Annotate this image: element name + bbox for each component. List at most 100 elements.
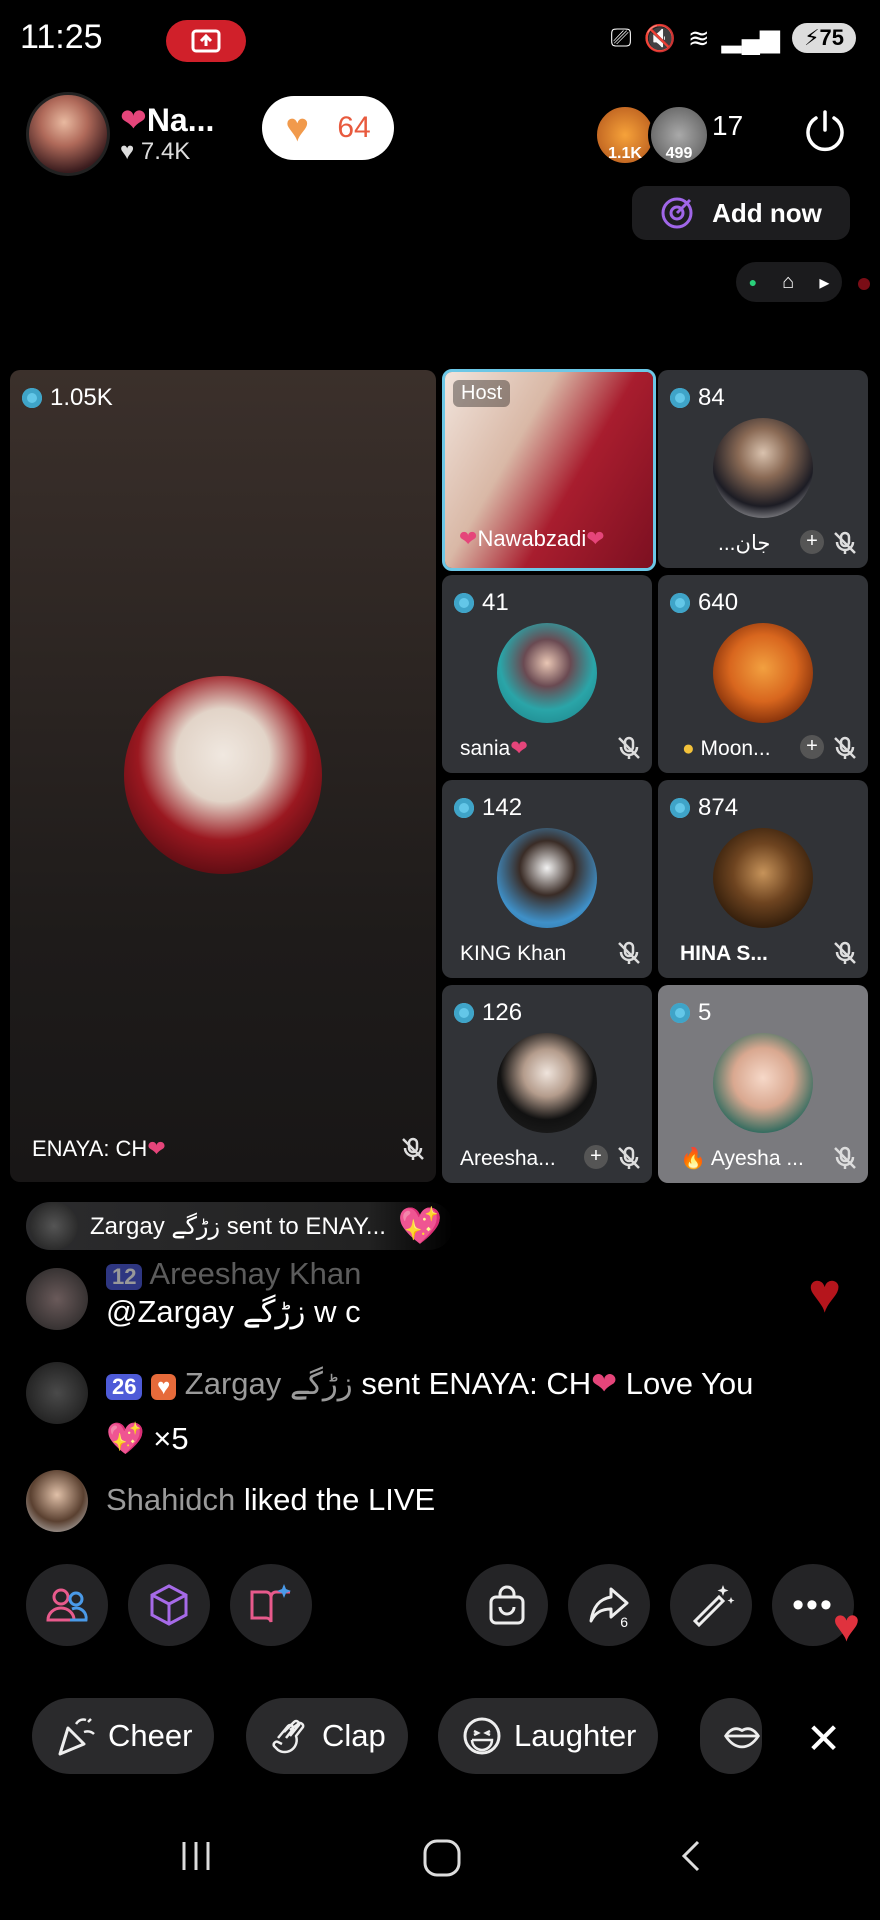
signal-icon: ▂▄▆ bbox=[721, 22, 781, 53]
battery-indicator: ⚡75 bbox=[792, 23, 856, 53]
seat-guest[interactable]: 5 🔥 Ayesha ... bbox=[658, 985, 868, 1183]
host-name-row: ❤Na... bbox=[120, 102, 214, 138]
chat-message[interactable] bbox=[26, 1268, 88, 1330]
top-viewers[interactable]: 1.1K 499 bbox=[594, 104, 710, 166]
seat-name: ENAYA: CH❤ bbox=[32, 1136, 166, 1162]
power-icon[interactable] bbox=[802, 108, 848, 154]
seat-name: sania❤ bbox=[460, 736, 528, 761]
fan-badge-icon: ♥ bbox=[151, 1374, 177, 1400]
home-icon[interactable]: ⌂ bbox=[782, 271, 794, 294]
guide-button[interactable] bbox=[230, 1564, 312, 1646]
top-viewer-avatar[interactable]: 1.1K bbox=[594, 104, 656, 166]
mic-muted-icon bbox=[618, 941, 640, 964]
chat-username[interactable]: Shahidch bbox=[106, 1482, 235, 1517]
seat-count: 5 bbox=[670, 999, 711, 1027]
mini-controls[interactable]: ● ⌂ ▸ bbox=[736, 262, 842, 302]
follow-heart-button[interactable]: ♥ 64 bbox=[262, 96, 394, 160]
level-badge: 12 bbox=[106, 1264, 143, 1290]
chat-avatar[interactable] bbox=[26, 1362, 88, 1424]
chat-text: liked the LIVE bbox=[243, 1482, 436, 1517]
seat-avatar[interactable] bbox=[497, 828, 597, 928]
cast-icon: ⎚ bbox=[610, 22, 632, 52]
floating-heart-icon: ♥ bbox=[808, 1261, 842, 1324]
seat-name-text: Ayesha ... bbox=[710, 1147, 804, 1170]
seat-name-text: sania bbox=[460, 737, 511, 760]
chat-username[interactable]: Zargay زڑگے bbox=[185, 1366, 353, 1401]
play-icon[interactable]: ▸ bbox=[819, 270, 829, 295]
reaction-cheer[interactable]: Cheer bbox=[32, 1698, 215, 1774]
shop-button[interactable] bbox=[466, 1564, 548, 1646]
host-avatar[interactable] bbox=[26, 92, 110, 176]
reaction-laughter[interactable]: Laughter bbox=[438, 1698, 659, 1774]
diamond-icon bbox=[454, 1003, 474, 1023]
share-button[interactable]: 6 bbox=[568, 1564, 650, 1646]
gift-multiplier: ×5 bbox=[153, 1421, 189, 1456]
viewer-badge: 499 bbox=[665, 145, 693, 162]
target-icon bbox=[661, 197, 693, 229]
chat-message[interactable] bbox=[26, 1470, 88, 1532]
top-viewer-avatar[interactable]: 499 bbox=[648, 104, 710, 166]
heart-icon: ❤ bbox=[510, 737, 528, 760]
seat-avatar[interactable] bbox=[124, 676, 322, 874]
seat-count: 874 bbox=[670, 794, 738, 822]
seat-avatar[interactable] bbox=[713, 623, 813, 723]
magic-wand-icon bbox=[692, 1585, 735, 1628]
seat-guest[interactable]: 41 sania❤ bbox=[442, 575, 652, 773]
diamond-icon bbox=[670, 1003, 690, 1023]
chat-avatar[interactable] bbox=[26, 1268, 88, 1330]
seat-avatar[interactable] bbox=[713, 418, 813, 518]
clap-icon bbox=[272, 1719, 305, 1754]
seat-count-value: 640 bbox=[698, 589, 739, 616]
screen-record-icon[interactable] bbox=[166, 20, 246, 62]
viewer-count[interactable]: 17 bbox=[712, 110, 743, 142]
seat-host[interactable]: Host ❤Nawabzadi❤ bbox=[442, 369, 656, 571]
add-now-button[interactable]: Add now bbox=[632, 186, 850, 240]
mute-icon: 🔇 bbox=[643, 22, 676, 53]
orange-heart-icon: ♥ bbox=[285, 106, 310, 150]
chat-message[interactable] bbox=[26, 1362, 88, 1424]
seat-guest[interactable]: 126 Areesha... + bbox=[442, 985, 652, 1183]
party-popper-icon bbox=[58, 1718, 95, 1756]
seat-guest[interactable]: 142 KING Khan bbox=[442, 780, 652, 978]
reaction-kiss[interactable] bbox=[700, 1698, 762, 1774]
seat-avatar[interactable] bbox=[713, 1033, 813, 1133]
close-reactions-icon[interactable]: ✕ bbox=[806, 1714, 841, 1763]
mic-muted-icon bbox=[618, 736, 640, 759]
seat-main[interactable]: 1.05K ENAYA: CH❤ bbox=[10, 370, 436, 1182]
seat-guest[interactable]: 84 ...جان + bbox=[658, 370, 868, 568]
recent-apps-icon[interactable] bbox=[176, 1836, 216, 1876]
diamond-icon bbox=[454, 593, 474, 613]
participants-button[interactable] bbox=[26, 1564, 108, 1646]
more-button[interactable]: ••• ♥ bbox=[772, 1564, 860, 1651]
seat-guest[interactable]: 640 ● Moon... + bbox=[658, 575, 868, 773]
seat-guest[interactable]: 874 HINA S... bbox=[658, 780, 868, 978]
reaction-label: Cheer bbox=[108, 1718, 193, 1753]
add-icon[interactable]: + bbox=[800, 735, 824, 759]
diamond-icon bbox=[670, 593, 690, 613]
seat-name: KING Khan bbox=[460, 942, 567, 965]
chat-avatar[interactable] bbox=[26, 1470, 88, 1532]
viewer-badge: 1.1K bbox=[608, 145, 642, 162]
seat-name: ❤Nawabzadi❤ bbox=[459, 526, 605, 552]
seat-count-value: 5 bbox=[698, 999, 712, 1026]
host-profile-chip[interactable]: ❤Na... ♥ 7.4K bbox=[26, 92, 214, 176]
seat-count-value: 126 bbox=[482, 999, 523, 1026]
effects-button[interactable] bbox=[128, 1564, 210, 1646]
back-icon[interactable] bbox=[672, 1836, 712, 1876]
magic-button[interactable] bbox=[670, 1564, 752, 1646]
reaction-clap[interactable]: Clap bbox=[246, 1698, 408, 1774]
status-time: 11:25 bbox=[20, 18, 103, 56]
add-icon[interactable]: + bbox=[800, 530, 824, 554]
fire-icon: 🔥 bbox=[680, 1147, 707, 1170]
chat-text: @Zargay زڑگے w c bbox=[106, 1294, 361, 1329]
seat-avatar[interactable] bbox=[713, 828, 813, 928]
laugh-emoji-icon bbox=[463, 1717, 501, 1755]
mic-muted-icon bbox=[402, 1137, 424, 1160]
seat-name: HINA S... bbox=[680, 942, 768, 965]
chat-username[interactable]: Areeshay Khan bbox=[149, 1256, 361, 1291]
kiss-lips-icon bbox=[723, 1727, 761, 1749]
home-nav-icon[interactable] bbox=[420, 1836, 464, 1880]
seat-avatar[interactable] bbox=[497, 623, 597, 723]
add-icon[interactable]: + bbox=[584, 1145, 608, 1169]
seat-avatar[interactable] bbox=[497, 1033, 597, 1133]
